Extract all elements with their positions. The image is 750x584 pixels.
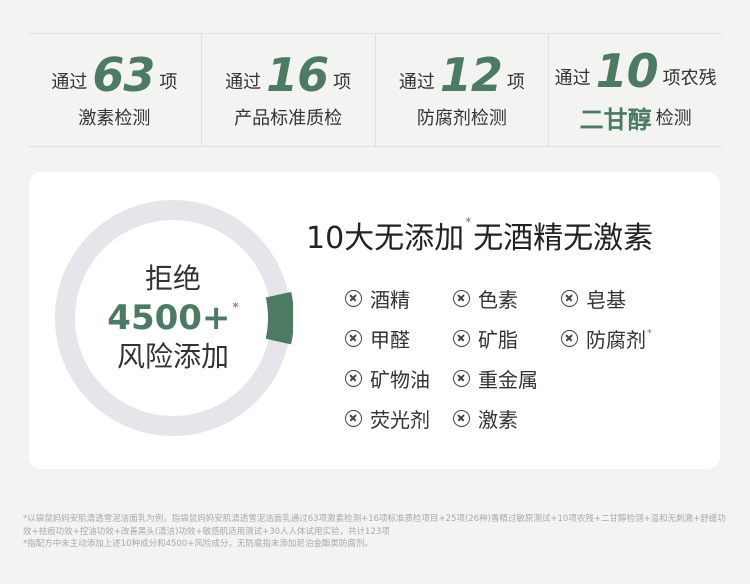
item-label: 皂基 (586, 287, 626, 312)
item-label: 甲醛 (370, 327, 410, 352)
stat-suffix: 项农残 (662, 67, 717, 89)
ring-number: 4500+ * (107, 296, 238, 340)
stat-number: 16 (266, 48, 329, 102)
item-label: 色素 (478, 287, 518, 312)
stat-number: 10 (595, 43, 659, 98)
cross-circle-icon (453, 409, 470, 427)
footnotes: *以袋鼠妈妈安肌清透雪泥洁面乳为例，指袋鼠妈妈安肌清透雪泥洁面乳通过63项激素检… (23, 513, 733, 551)
cross-circle-icon (345, 369, 362, 387)
stat-desc: 产品标准质检 (234, 108, 343, 129)
list-item: 酒精 (345, 284, 453, 313)
item-label: 酒精 (370, 287, 410, 312)
stats-bar: 通过 63 项 激素检测 通过 16 项 产品标准质检 通过 12 项 防腐剂检… (28, 33, 722, 147)
ingredient-grid: 酒精 色素 皂基 甲醛 矿脂 防腐剂 * 矿物油 重金属 荧光剂 激素 (345, 278, 705, 438)
stat-prefix: 通过 (225, 72, 262, 93)
stat-prefix: 通过 (51, 72, 88, 93)
cross-circle-icon (345, 329, 362, 347)
headline: 10大无添加 * 无酒精无激素 (306, 213, 653, 257)
item-label: 矿物油 (370, 367, 430, 392)
cross-circle-icon (453, 289, 470, 307)
cross-circle-icon (453, 329, 470, 347)
list-item: 矿脂 (453, 324, 561, 353)
ring-mark: * (232, 299, 239, 314)
stat-highlight: 二甘醇 (579, 105, 652, 134)
cross-circle-icon (561, 329, 578, 347)
footnote-2: *指配方中未主动添加上述10种成分和4500+风险成分，无防腐指未添加尼泊金酯类… (23, 539, 373, 549)
item-mark: * (647, 327, 652, 339)
item-label: 防腐剂 (586, 327, 646, 352)
cross-circle-icon (561, 289, 578, 307)
headline-mark: * (465, 215, 472, 229)
grid-row: 酒精 色素 皂基 (345, 278, 705, 318)
list-item: 防腐剂 * (561, 324, 701, 353)
list-item: 激素 (453, 404, 561, 433)
stat-quality: 通过 16 项 产品标准质检 (202, 34, 376, 146)
item-label: 矿脂 (478, 327, 518, 352)
stat-desc: 激素检测 (78, 108, 151, 129)
item-label: 激素 (478, 407, 518, 432)
list-item: 荧光剂 (345, 404, 453, 433)
ring-number-value: 4500+ (107, 297, 231, 338)
ring-line3: 风险添加 (116, 340, 229, 374)
ring-label: 拒绝 4500+ * 风险添加 (53, 198, 293, 438)
stat-suffix: 项 (333, 72, 352, 93)
stat-prefix: 通过 (554, 67, 591, 89)
grid-row: 甲醛 矿脂 防腐剂 * (345, 318, 705, 358)
stat-desc: 防腐剂检测 (416, 108, 507, 129)
stat-desc: 检测 (655, 108, 692, 129)
grid-row: 荧光剂 激素 (345, 398, 705, 438)
stat-pesticide: 通过 10 项农残 二甘醇 检测 (549, 34, 722, 146)
stat-hormone: 通过 63 项 激素检测 (28, 34, 202, 146)
stat-number: 63 (92, 48, 155, 102)
cross-circle-icon (345, 289, 362, 307)
ring-line1: 拒绝 (144, 262, 201, 296)
item-label: 重金属 (478, 367, 538, 392)
no-additive-card: 拒绝 4500+ * 风险添加 10大无添加 * 无酒精无激素 酒精 色素 皂基 甲醛… (29, 172, 720, 469)
item-label: 荧光剂 (370, 407, 430, 432)
stat-prefix: 通过 (398, 72, 435, 93)
cross-circle-icon (453, 369, 470, 387)
list-item: 矿物油 (345, 364, 453, 393)
cross-circle-icon (345, 409, 362, 427)
list-item: 甲醛 (345, 324, 453, 353)
stat-number: 12 (439, 48, 503, 102)
grid-row: 矿物油 重金属 (345, 358, 705, 398)
stat-suffix: 项 (506, 72, 525, 93)
list-item: 色素 (453, 284, 561, 313)
stat-suffix: 项 (159, 72, 178, 93)
footnote-1: *以袋鼠妈妈安肌清透雪泥洁面乳为例，指袋鼠妈妈安肌清透雪泥洁面乳通过63项激素检… (23, 514, 726, 537)
list-item: 皂基 (561, 284, 701, 313)
stat-preservative: 通过 12 项 防腐剂检测 (376, 34, 550, 146)
list-item: 重金属 (453, 364, 561, 393)
headline-part2: 无酒精无激素 (473, 221, 654, 256)
headline-part1: 10大无添加 (306, 221, 465, 256)
